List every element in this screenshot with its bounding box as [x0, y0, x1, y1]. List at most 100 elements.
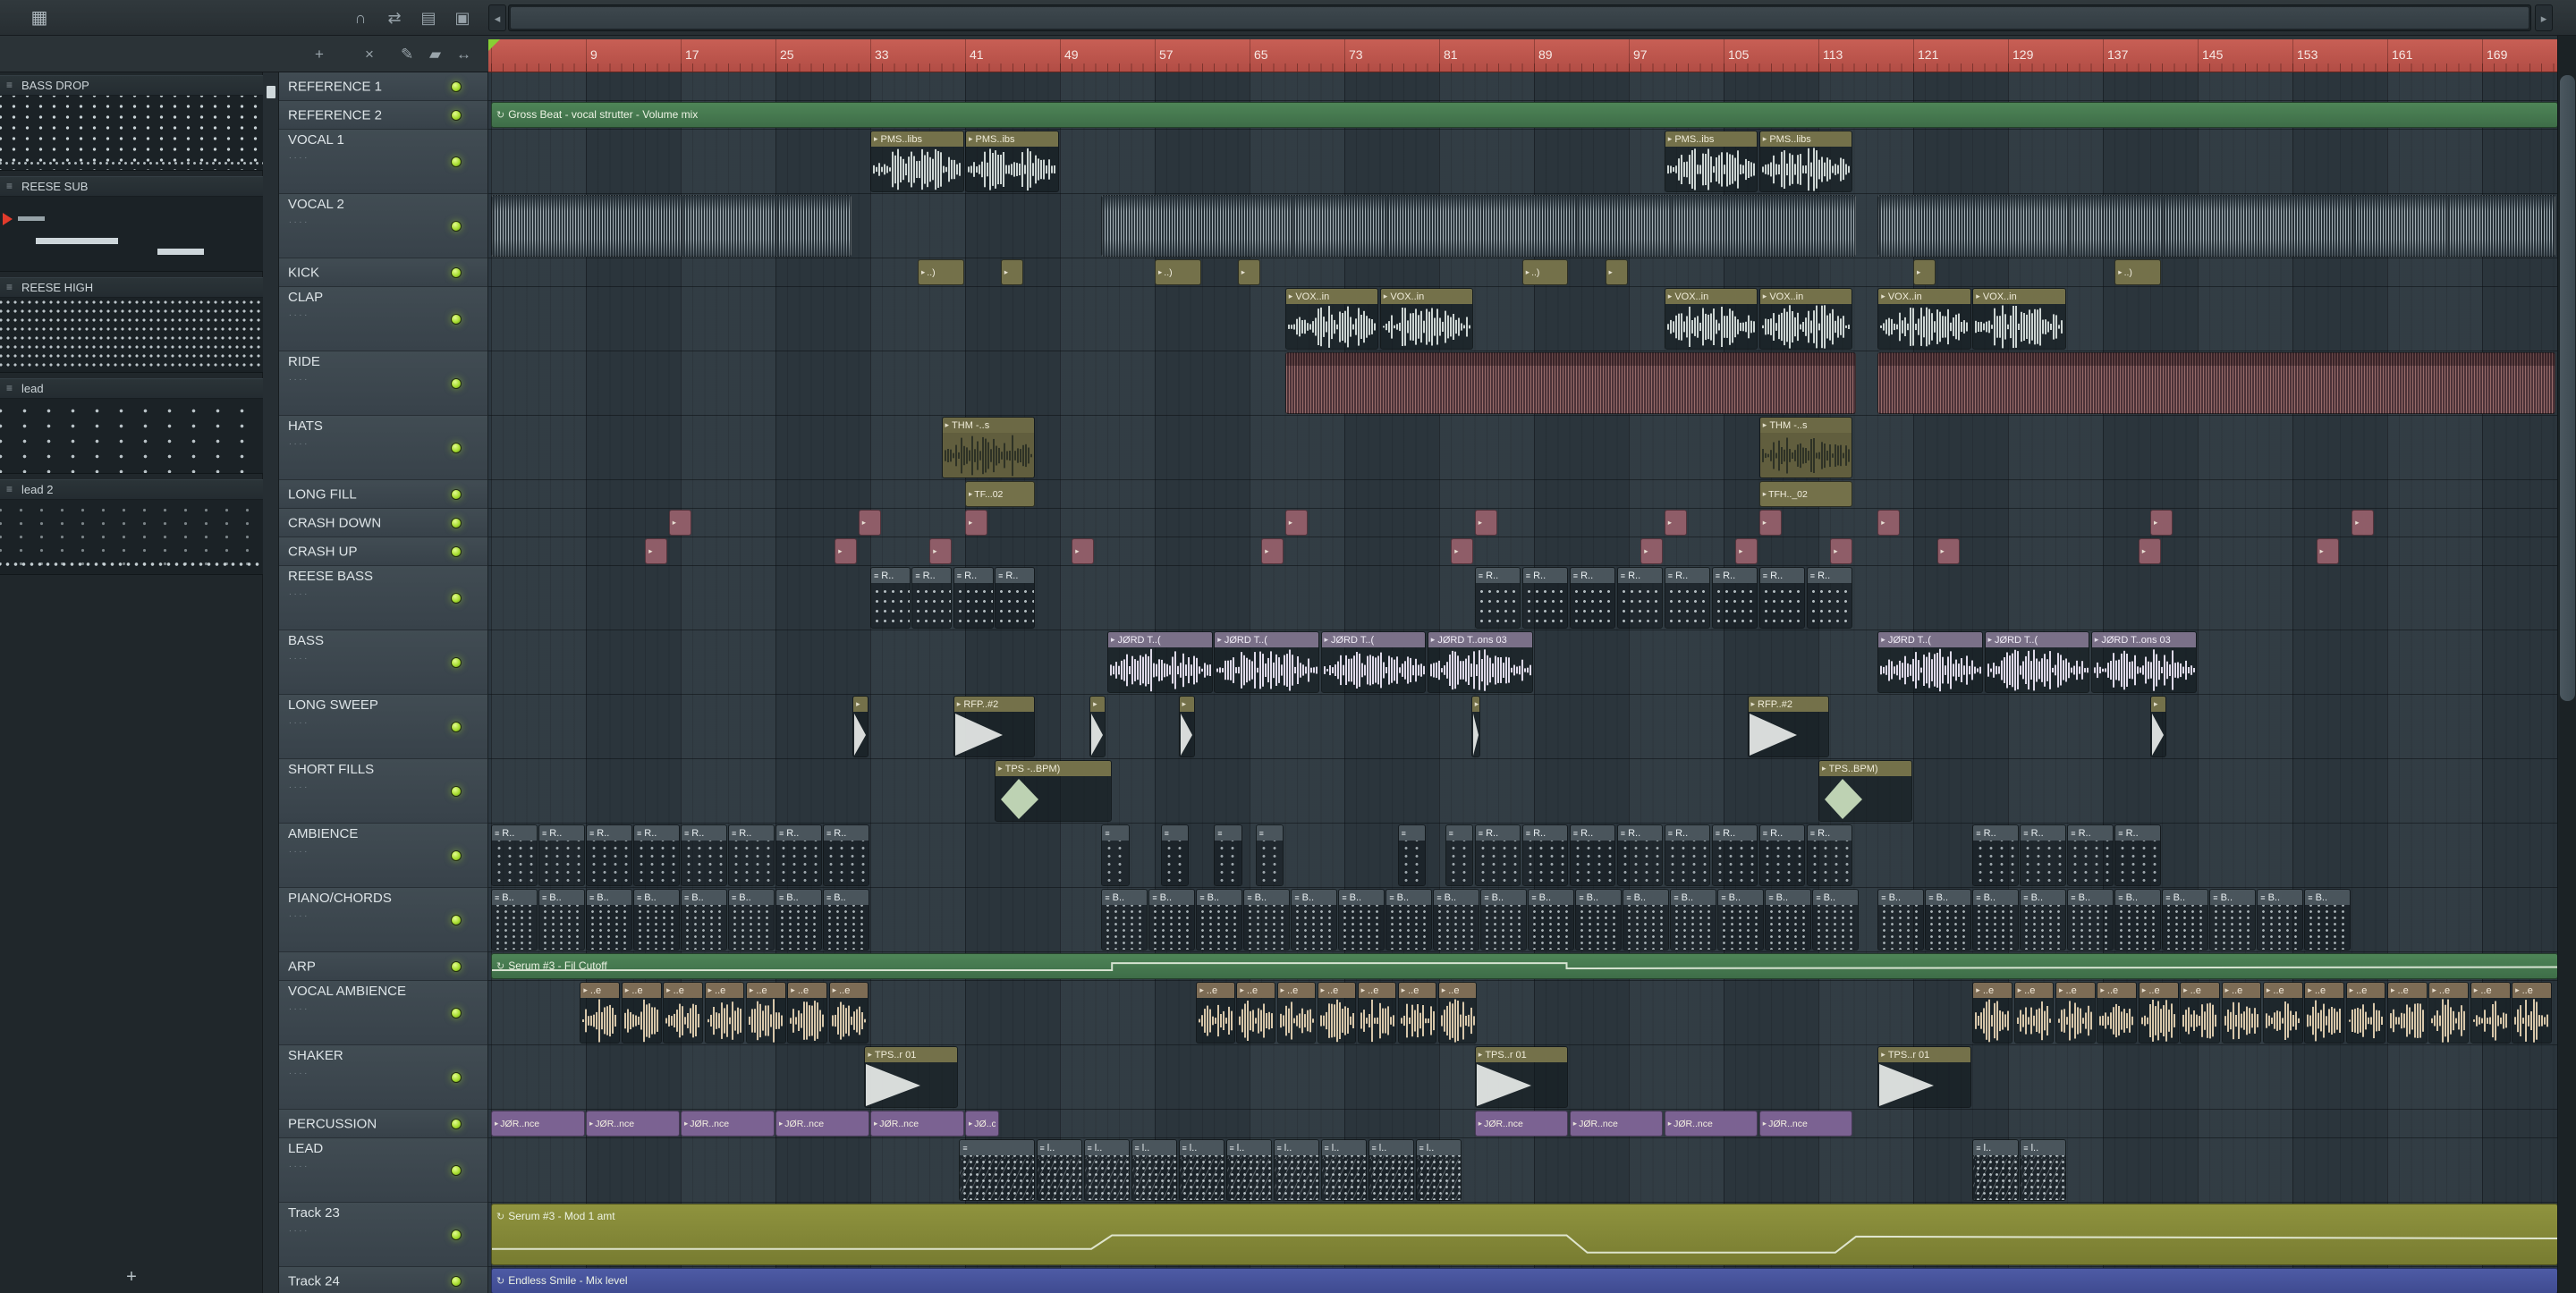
audio-clip[interactable]: ▸ VOX..in [1758, 288, 1853, 350]
picker-item-preview[interactable] [0, 197, 263, 272]
audio-clip[interactable]: ▸ THM -..s [941, 417, 1035, 478]
track-mute-led[interactable] [451, 80, 462, 92]
picker-item-header[interactable]: ≡ REESE SUB [0, 176, 263, 197]
audio-clip[interactable]: ▸ [1936, 538, 1960, 564]
audio-clip[interactable]: ▸ TF...02 [965, 481, 1035, 507]
audio-clip[interactable]: ▸ VOX..in [1972, 288, 2066, 350]
pattern-clip[interactable]: ≡ l.. [1368, 1139, 1414, 1201]
pattern-clip[interactable]: ≡ B.. [1338, 889, 1385, 951]
pattern-clip[interactable]: ≡ R.. [1569, 567, 1616, 629]
track-name[interactable]: LONG SWEEP [288, 697, 378, 713]
audio-clip[interactable]: ▸ JØR..nce [870, 1111, 964, 1137]
track-row-ambience[interactable]: AMBIENCE.... [279, 824, 487, 888]
pattern-clip[interactable]: ≡ R.. [2020, 824, 2066, 886]
track-row-long-fill[interactable]: LONG FILL [279, 480, 487, 509]
audio-clip[interactable]: ▸ PMS..libs [1758, 131, 1853, 192]
track-name[interactable]: ARP [288, 959, 316, 974]
track-row-reese-bass[interactable]: REESE BASS.... [279, 566, 487, 630]
track-mute-led[interactable] [451, 785, 462, 797]
audio-clip[interactable]: ▸ [1470, 696, 1481, 757]
picker-item-lead[interactable]: ≡ lead [0, 378, 263, 474]
picker-scrollbar[interactable] [263, 36, 279, 1293]
track-name[interactable]: PIANO/CHORDS [288, 891, 392, 906]
track-name[interactable]: SHORT FILLS [288, 762, 374, 777]
track-row-clap[interactable]: CLAP.... [279, 287, 487, 351]
pattern-clip[interactable]: ≡ [1214, 824, 1242, 886]
pattern-clip[interactable]: ≡ B.. [728, 889, 775, 951]
track-mute-led[interactable] [451, 220, 462, 232]
track-row-vocal-2[interactable]: VOCAL 2.... [279, 194, 487, 258]
audio-clip[interactable]: ▸ TPS..r 01 [864, 1046, 958, 1108]
track-row-track-24[interactable]: Track 24 [279, 1267, 487, 1293]
audio-clip[interactable]: ▸ [858, 510, 881, 536]
pattern-clip[interactable]: ≡ R.. [1474, 567, 1521, 629]
track-row-crash-down[interactable]: CRASH DOWN [279, 509, 487, 537]
audio-clip[interactable]: ▸ RFP..#2 [1747, 696, 1829, 757]
pattern-clip[interactable]: ≡ [1160, 824, 1190, 886]
audio-clip[interactable]: ▸JØ..ce [965, 1111, 1000, 1137]
track-row-hats[interactable]: HATS.... [279, 416, 487, 480]
automation-clip[interactable]: ↻ Endless Smile - Mix level [491, 1268, 2557, 1293]
audio-clip[interactable]: ▸ VOX..in [1379, 288, 1474, 350]
track-mute-led[interactable] [451, 266, 462, 278]
pattern-clip[interactable]: ≡ B.. [1148, 889, 1195, 951]
track-row-lead[interactable]: LEAD.... [279, 1138, 487, 1203]
automation-clip[interactable]: ↻ Serum #3 - Mod 1 amt [491, 1204, 2557, 1265]
audio-clip[interactable]: ▸ ..e [2304, 982, 2345, 1044]
audio-clip[interactable]: ▸ ..e [1357, 982, 1397, 1044]
track-row-long-sweep[interactable]: LONG SWEEP.... [279, 695, 487, 759]
track-row-shaker[interactable]: SHAKER.... [279, 1045, 487, 1110]
track-row-ride[interactable]: RIDE.... [279, 351, 487, 416]
pattern-clip[interactable]: ≡ R.. [995, 567, 1035, 629]
pattern-clip[interactable]: ≡ R.. [1664, 824, 1711, 886]
audio-clip[interactable]: ▸ [965, 510, 987, 536]
track-name[interactable]: VOCAL 2 [288, 197, 344, 212]
timeline-ruler[interactable]: 9 17 25 33 41 49 57 65 73 81 89 97 105 113 121 129 137 14… [488, 39, 2557, 72]
audio-clip[interactable]: ▸ VOX..in [1664, 288, 1758, 350]
pattern-clip[interactable]: ≡ R.. [823, 824, 869, 886]
picker-item-preview[interactable] [0, 96, 263, 171]
audio-clip[interactable]: ▸ [1664, 510, 1687, 536]
automation-clip[interactable]: ↻ Gross Beat - vocal strutter - Volume mi… [491, 102, 2557, 128]
pattern-clip[interactable]: ≡ R.. [870, 567, 911, 629]
pattern-clip[interactable]: ≡ B.. [775, 889, 822, 951]
pattern-clip[interactable]: ≡ B.. [1765, 889, 1811, 951]
audio-clip[interactable]: ▸ JØR..nce [586, 1111, 680, 1137]
track-mute-led[interactable] [451, 377, 462, 389]
pattern-clip[interactable]: ≡ l.. [1415, 1139, 1462, 1201]
audio-clip[interactable]: ▸ [1913, 259, 1936, 285]
audio-clip[interactable]: ▸ ..e [787, 982, 828, 1044]
pattern-clip[interactable]: ≡ R.. [1711, 567, 1758, 629]
audio-clip[interactable]: ▸ [1758, 510, 1782, 536]
audio-clip[interactable]: ▸ [668, 510, 691, 536]
scroll-left-button[interactable]: ◂ [488, 4, 506, 31]
audio-clip[interactable]: ▸ ..e [704, 982, 745, 1044]
track-mute-led[interactable] [451, 442, 462, 453]
audio-clip[interactable]: ▸ [1261, 538, 1284, 564]
audio-clip[interactable]: ▸ RFP..#2 [953, 696, 1036, 757]
pattern-clip[interactable]: ≡ R.. [1758, 567, 1806, 629]
picker-item-bass-drop[interactable]: ≡ BASS DROP [0, 75, 263, 171]
audio-clip[interactable]: ▸ [1089, 696, 1106, 757]
audio-clip[interactable] [1877, 352, 2555, 414]
track-name[interactable]: KICK [288, 265, 319, 280]
track-mute-led[interactable] [451, 592, 462, 604]
pattern-clip[interactable]: ≡ [1445, 824, 1474, 886]
pattern-clip[interactable]: ≡ B.. [491, 889, 538, 951]
picker-item-header[interactable]: ≡ REESE HIGH [0, 277, 263, 298]
track-row-reference-2[interactable]: REFERENCE 2 [279, 101, 487, 130]
audio-clip[interactable]: ▸ ..e [1397, 982, 1437, 1044]
audio-clip[interactable]: ▸..) [918, 259, 964, 285]
pattern-clip[interactable]: ≡ R.. [1616, 824, 1664, 886]
pattern-clip[interactable]: ≡ B.. [2020, 889, 2066, 951]
track-name[interactable]: REESE BASS [288, 569, 373, 584]
automation-clip[interactable]: ↻ Serum #3 - Fil Cutoff [491, 953, 2557, 979]
track-name[interactable]: REFERENCE 2 [288, 107, 382, 123]
audio-clip[interactable]: ▸ ..e [1236, 982, 1275, 1044]
pattern-clip[interactable]: ≡ R.. [1474, 824, 1521, 886]
pattern-clip[interactable]: ≡ l.. [1083, 1139, 1130, 1201]
track-name[interactable]: PERCUSSION [288, 1116, 377, 1131]
track-mute-led[interactable] [451, 1275, 462, 1287]
pattern-clip[interactable]: ≡ l.. [1036, 1139, 1082, 1201]
track-name[interactable]: LONG FILL [288, 486, 357, 502]
